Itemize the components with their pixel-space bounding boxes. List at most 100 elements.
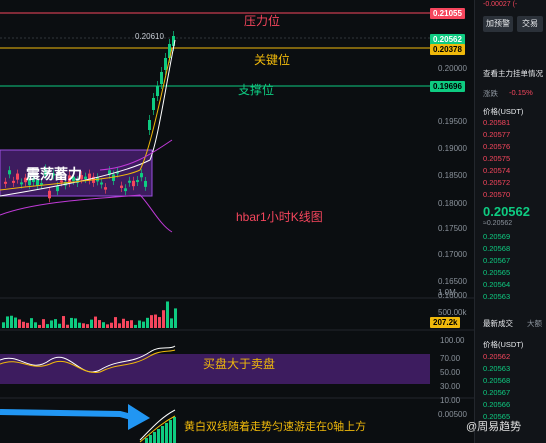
trade-price[interactable]: 0.20566 xyxy=(483,400,510,409)
volume-bar xyxy=(62,316,65,328)
oscillator-tick-label: 30.00 xyxy=(440,382,461,391)
volume-bar xyxy=(30,318,33,328)
add-alert-button[interactable]: 加预警 xyxy=(483,16,513,32)
volume-bar xyxy=(170,318,173,328)
trade-button[interactable]: 交易 xyxy=(517,16,543,32)
volume-bar xyxy=(106,324,109,328)
high-price-label: 0.20610 xyxy=(135,32,164,41)
volume-bar xyxy=(94,316,97,328)
candle xyxy=(164,58,167,70)
bid-price[interactable]: 0.20564 xyxy=(483,280,510,289)
candle xyxy=(56,186,59,192)
volume-tick-label: 1.0M xyxy=(438,288,456,297)
volume-bar xyxy=(162,310,165,328)
volume-bar xyxy=(122,318,125,328)
ask-price[interactable]: 0.20577 xyxy=(483,130,510,139)
volume-bar xyxy=(14,317,17,328)
candle xyxy=(16,173,19,180)
candle xyxy=(124,188,127,192)
candle xyxy=(152,98,155,110)
resistance-price-tag: 0.21055 xyxy=(430,8,465,19)
volume-bar xyxy=(142,321,145,328)
volume-bar xyxy=(34,322,37,328)
candle xyxy=(100,182,103,185)
candle xyxy=(104,187,107,190)
volume-bar xyxy=(22,321,25,328)
key-price-tag: 0.20378 xyxy=(430,44,465,55)
volume-bar xyxy=(134,324,137,328)
volume-bar xyxy=(174,308,177,328)
price-tick-label: 0.18500 xyxy=(438,171,467,180)
trades-column-header: 价格(USDT) xyxy=(483,340,524,349)
candle xyxy=(148,120,151,130)
trade-price[interactable]: 0.20562 xyxy=(483,352,510,361)
oscillator-tick-label: 70.00 xyxy=(440,354,461,363)
volume-bar xyxy=(58,323,61,328)
tab-large-trades[interactable]: 大额 xyxy=(527,318,542,329)
consolidation-label: 震荡蓄力 xyxy=(26,166,82,182)
volume-bar xyxy=(158,317,161,328)
ask-price[interactable]: 0.20572 xyxy=(483,178,510,187)
resistance-label: 压力位 xyxy=(244,14,281,28)
ask-price[interactable]: 0.20581 xyxy=(483,118,510,127)
candle xyxy=(84,176,87,180)
ask-price[interactable]: 0.20576 xyxy=(483,142,510,151)
bid-price[interactable]: 0.20565 xyxy=(483,268,510,277)
candle xyxy=(128,180,131,183)
support-price-tag: 0.19696 xyxy=(430,81,465,92)
macd-tick-label: 0.00500 xyxy=(438,410,467,419)
tab-latest-trades[interactable]: 最新成交 xyxy=(483,318,513,329)
chart-title: hbar1小时K线图 xyxy=(236,210,323,224)
macd-histogram-bar xyxy=(157,429,160,443)
price-column-header: 价格(USDT) xyxy=(483,107,524,116)
bid-price[interactable]: 0.20563 xyxy=(483,292,510,301)
price-tick-label: 0.18000 xyxy=(438,199,467,208)
macd-histogram-bar xyxy=(161,426,164,443)
price-tick-label: 0.17000 xyxy=(438,250,467,259)
oscillator-tick-label: 100.00 xyxy=(440,336,465,345)
trend-note-label: 黄白双线随着走势匀速游走在0轴上方 xyxy=(184,421,367,433)
candle xyxy=(136,180,139,183)
volume-bar xyxy=(54,319,57,328)
volume-bar xyxy=(66,324,69,328)
change-label: 涨跌 xyxy=(483,89,498,98)
price-tick-label: 0.16500 xyxy=(438,277,467,286)
volume-tick-label: 500.00k xyxy=(438,308,467,317)
price-tick-label: 0.17500 xyxy=(438,224,467,233)
volume-bar xyxy=(82,323,85,328)
candle xyxy=(140,173,143,178)
ask-price[interactable]: 0.20574 xyxy=(483,166,510,175)
arrow-icon xyxy=(128,404,150,430)
bid-price[interactable]: 0.20568 xyxy=(483,244,510,253)
macd-histogram-bar xyxy=(149,435,152,443)
trade-price[interactable]: 0.20563 xyxy=(483,364,510,373)
last-price: 0.20562 xyxy=(483,204,530,219)
candle xyxy=(144,180,147,187)
candle xyxy=(120,185,123,188)
volume-bar xyxy=(166,301,169,328)
volume-tag: 207.2k xyxy=(430,317,461,328)
price-tick-label: 0.19000 xyxy=(438,144,467,153)
volume-bar xyxy=(130,320,133,328)
bid-price[interactable]: 0.20567 xyxy=(483,256,510,265)
volume-bar xyxy=(154,314,157,328)
section-order-depth[interactable]: 查看主力挂单情况 xyxy=(483,68,543,79)
volume-bar xyxy=(18,319,21,328)
candle xyxy=(48,190,51,199)
ask-price[interactable]: 0.20570 xyxy=(483,190,510,199)
trend-arrow xyxy=(0,409,136,421)
support-label: 支撑位 xyxy=(238,83,275,97)
order-book-panel: -0.00027 (- 加预警 交易 查看主力挂单情况 涨跌 -0.15% 价格… xyxy=(474,0,546,443)
change-header: -0.00027 (- xyxy=(483,1,518,8)
volume-bar xyxy=(98,320,101,328)
ask-price[interactable]: 0.20575 xyxy=(483,154,510,163)
volume-bar xyxy=(78,322,81,328)
candle xyxy=(156,86,159,96)
volume-bar xyxy=(42,319,45,328)
macd-histogram-bar xyxy=(173,417,176,443)
trade-price[interactable]: 0.20567 xyxy=(483,388,510,397)
volume-bar xyxy=(110,322,113,328)
trade-price[interactable]: 0.20568 xyxy=(483,376,510,385)
oscillator-tick-label: 50.00 xyxy=(440,368,461,377)
bid-price[interactable]: 0.20569 xyxy=(483,232,510,241)
